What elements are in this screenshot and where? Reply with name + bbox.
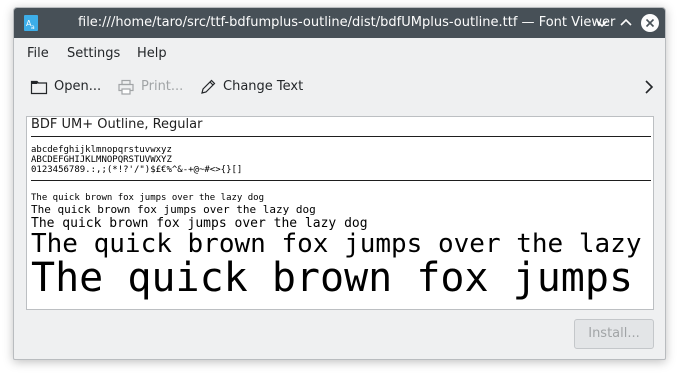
close-icon[interactable] (641, 14, 659, 32)
change-text-label: Change Text (223, 79, 304, 94)
pencil-icon (199, 78, 217, 96)
install-button[interactable]: Install... (574, 319, 654, 349)
menu-bar: File Settings Help (14, 38, 665, 68)
font-viewer-window: A a file:///home/taro/src/ttf-bdfumplus-… (13, 7, 666, 360)
font-preview-area: BDF UM+ Outline, Regular abcdefghijklmno… (26, 116, 654, 310)
svg-text:a: a (31, 24, 35, 31)
minimize-chevron-icon[interactable] (593, 14, 611, 32)
menu-help[interactable]: Help (137, 46, 167, 61)
sample-line-medium: The quick brown fox jumps over the lazy … (31, 203, 316, 216)
sample-line-xlarge: The quick brown fox jumps over the lazy … (31, 255, 653, 301)
menu-settings[interactable]: Settings (67, 46, 120, 61)
change-text-button[interactable]: Change Text (199, 76, 304, 98)
sample-line-small: The quick brown fox jumps over the lazy … (31, 193, 264, 203)
folder-open-icon (30, 78, 48, 96)
open-button[interactable]: Open... (30, 76, 102, 98)
menu-file[interactable]: File (27, 46, 49, 61)
charset-lowercase: abcdefghijklmnopqrstuvwxyz (31, 145, 172, 155)
font-name-heading: BDF UM+ Outline, Regular (31, 117, 203, 132)
charset-uppercase: ABCDEFGHIJKLMNOPQRSTUVWXYZ (31, 155, 172, 165)
toolbar: Open... Print... Change Text (14, 70, 665, 104)
chevron-right-icon[interactable] (642, 79, 656, 95)
window-title: file:///home/taro/src/ttf-bdfumplus-outl… (78, 15, 616, 30)
title-bar[interactable]: A a file:///home/taro/src/ttf-bdfumplus-… (14, 8, 665, 38)
divider (31, 136, 651, 137)
divider (31, 180, 651, 181)
charset-symbols: 0123456789.:,;(*!?'/")$£€%^&-+@~#<>{}[] (31, 165, 243, 175)
font-viewer-app-icon[interactable]: A a (24, 15, 38, 31)
printer-icon (117, 78, 135, 96)
maximize-chevron-icon[interactable] (617, 14, 635, 32)
print-button[interactable]: Print... (117, 76, 187, 98)
open-label: Open... (54, 79, 102, 94)
print-label: Print... (141, 79, 184, 94)
